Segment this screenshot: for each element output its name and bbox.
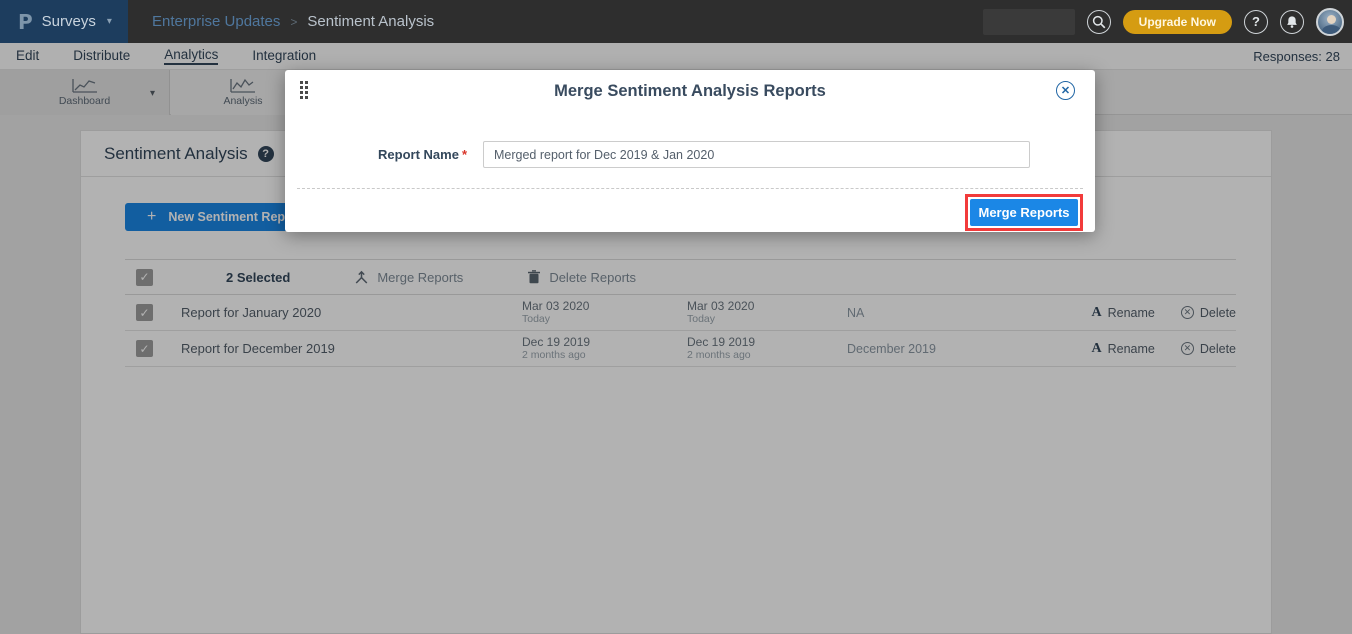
report-name-row: Report Name* [285, 147, 1095, 162]
breadcrumb: Enterprise Updates > Sentiment Analysis [152, 0, 434, 43]
notifications-bell-icon[interactable] [1280, 10, 1304, 34]
modal-divider [297, 188, 1083, 189]
required-marker: * [462, 147, 467, 162]
merge-reports-button[interactable]: Merge Reports [970, 199, 1078, 226]
breadcrumb-survey-name[interactable]: Enterprise Updates [152, 13, 280, 30]
chevron-down-icon: ▾ [107, 16, 112, 27]
modal-title: Merge Sentiment Analysis Reports [285, 82, 1095, 101]
help-icon[interactable]: ? [1244, 10, 1268, 34]
breadcrumb-current-page: Sentiment Analysis [307, 13, 434, 30]
user-avatar[interactable] [1316, 8, 1344, 36]
avatar-body-shape [1322, 25, 1341, 36]
app-screen: P Surveys ▾ Enterprise Updates > Sentime… [0, 0, 1352, 634]
click-highlight-annotation: Merge Reports [965, 194, 1083, 231]
report-name-label-text: Report Name [378, 147, 459, 162]
search-input[interactable] [983, 9, 1075, 35]
product-name: Surveys [42, 13, 96, 30]
close-icon[interactable]: ✕ [1056, 81, 1075, 100]
report-name-label: Report Name* [285, 147, 467, 162]
topbar-actions: Upgrade Now ? [983, 0, 1344, 43]
product-switcher[interactable]: P Surveys ▾ [0, 0, 128, 43]
questionpro-logo-icon: P [18, 10, 33, 34]
avatar-head-shape [1327, 15, 1336, 24]
upgrade-now-button[interactable]: Upgrade Now [1123, 10, 1232, 34]
breadcrumb-separator-icon: > [290, 15, 297, 29]
merge-reports-modal: Merge Sentiment Analysis Reports ✕ Repor… [285, 70, 1095, 232]
top-bar: P Surveys ▾ Enterprise Updates > Sentime… [0, 0, 1352, 43]
report-name-input[interactable] [483, 141, 1030, 168]
search-icon[interactable] [1087, 10, 1111, 34]
